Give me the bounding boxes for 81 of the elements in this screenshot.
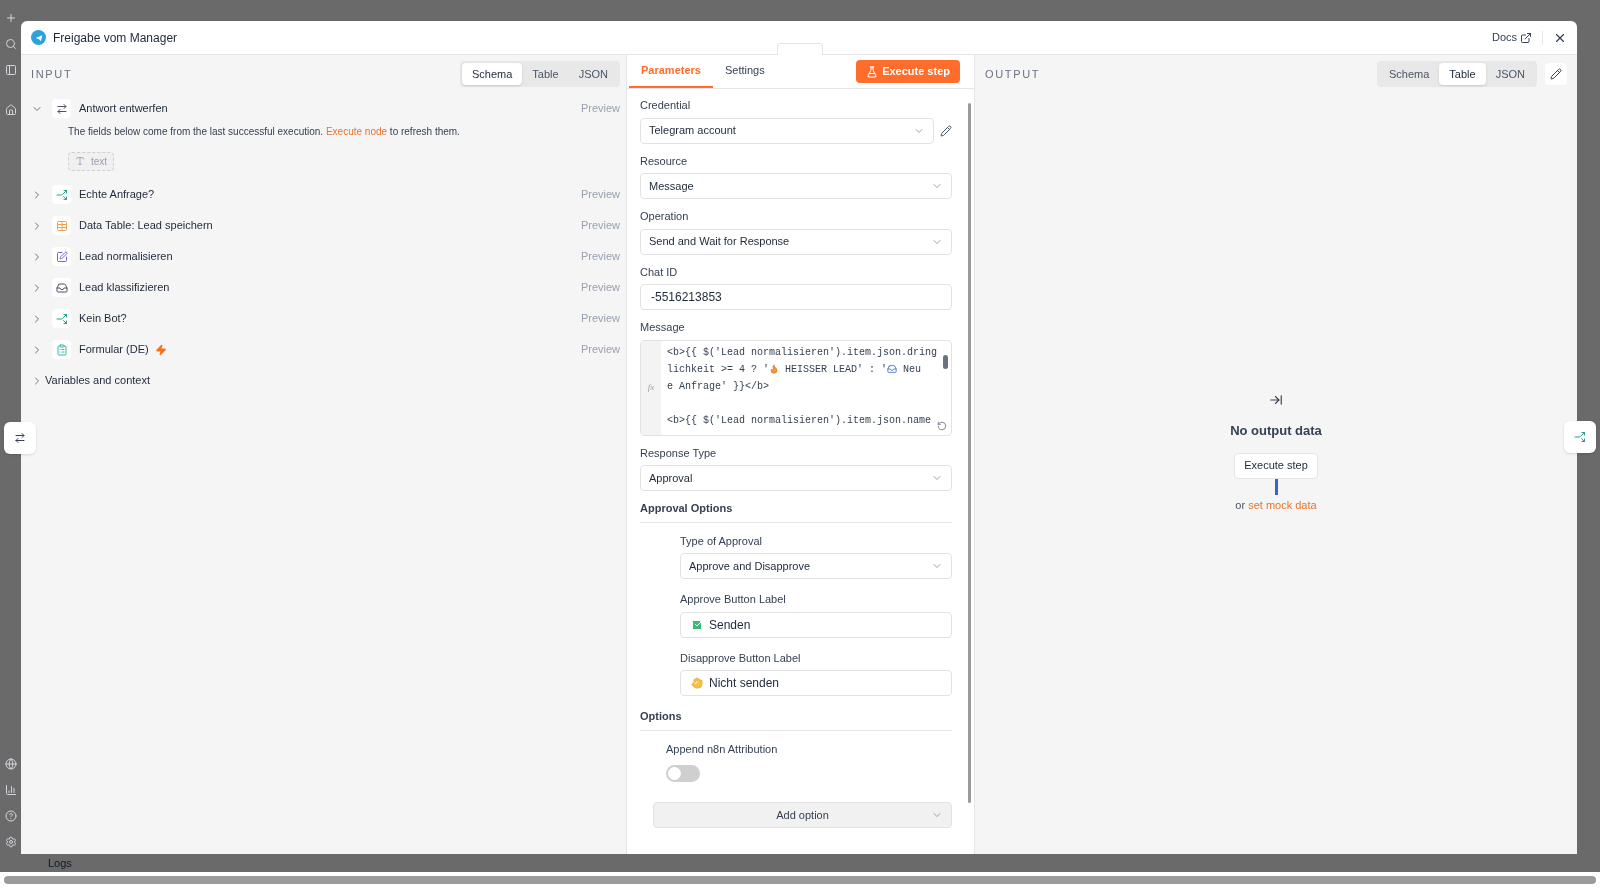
scrollbar[interactable] — [968, 103, 971, 803]
field-label: Disapprove Button Label — [680, 650, 802, 666]
globe-icon[interactable] — [4, 758, 17, 770]
view-tab[interactable]: JSON — [1485, 63, 1535, 85]
field-label: Type of Approval — [680, 533, 763, 549]
view-tab[interactable]: Schema — [1379, 63, 1440, 85]
arrow-to-line-icon — [1269, 393, 1283, 407]
field-label: Chat ID — [640, 264, 679, 280]
chart-icon[interactable] — [4, 784, 17, 796]
input-field[interactable]: -5516213853 — [640, 284, 953, 310]
node-name[interactable]: Formular (DE) — [79, 341, 149, 358]
node-name[interactable]: Lead normalisieren — [79, 248, 173, 265]
panel-toggle-button[interactable] — [1564, 421, 1596, 453]
field-label: Operation — [640, 209, 690, 224]
code-editor[interactable]: fx <b>{{ $('Lead normalisieren').item.json.dring lichkeit >= 4 ? ' HEISSER LEAD' : ' Neu e Anfrage' }}</b> <b>{{ $('Lead normalisieren').item.json.name — [640, 339, 953, 436]
expression-marker: fx — [647, 380, 655, 394]
view-tab[interactable]: JSON — [568, 63, 618, 85]
panel-icon[interactable] — [4, 64, 17, 76]
node-name[interactable]: Data Table: Lead speichern — [79, 217, 213, 234]
node-name[interactable]: Echte Anfrage? — [79, 186, 155, 203]
telegram-icon — [31, 30, 46, 45]
empty-title: No output data — [1230, 422, 1322, 440]
section-title: Options — [640, 708, 953, 731]
select-field[interactable]: Approval — [640, 465, 953, 491]
plus-icon[interactable] — [4, 12, 17, 24]
field-label: Resource — [640, 153, 689, 169]
mock-data-text: or set mock data — [1235, 497, 1317, 513]
panel-heading: OUTPUT — [985, 66, 1041, 82]
notice-text: The fields below come from the last successful execution. Execute node to refresh them. — [68, 125, 461, 139]
toggle-switch[interactable] — [666, 765, 700, 782]
node-name[interactable]: Kein Bot? — [79, 310, 127, 327]
input-field[interactable]: Nicht senden — [680, 670, 953, 696]
window-title: Freigabe vom Manager — [53, 29, 178, 47]
text-type-icon — [75, 156, 85, 166]
docs-link[interactable]: Docs — [1491, 29, 1532, 46]
view-tab[interactable]: Table — [1439, 63, 1486, 85]
code-line: <b>{{ $('Lead normalisieren').item.json.dring — [667, 345, 938, 360]
field-label: Credential — [640, 98, 692, 113]
code-line: e Anfrage' }}</b> — [667, 379, 771, 394]
panel-heading: INPUT — [31, 66, 73, 82]
select-field[interactable]: Telegram account — [640, 117, 935, 144]
tray-icon — [887, 364, 898, 374]
field-label: Response Type — [640, 445, 718, 461]
variables-label[interactable]: Variables and context — [45, 372, 150, 389]
select-field[interactable]: Send and Wait for Response — [640, 228, 953, 255]
scrollbar[interactable] — [4, 876, 1596, 884]
execute-step-button[interactable]: Execute step — [1234, 452, 1318, 479]
lightning-icon — [154, 343, 167, 356]
hand-icon — [691, 677, 703, 689]
select-field[interactable]: Message — [640, 173, 953, 199]
edit-icon — [1550, 68, 1562, 80]
settings-icon[interactable] — [4, 836, 17, 848]
reset-icon[interactable] — [937, 420, 948, 431]
node-name[interactable]: Lead klassifizieren — [79, 279, 170, 296]
help-icon[interactable] — [4, 810, 17, 822]
field-label: Approve Button Label — [680, 592, 787, 607]
external-link-icon — [1520, 31, 1532, 44]
check-icon — [691, 618, 703, 631]
panel-tab[interactable]: Settings — [712, 55, 777, 88]
code-line: <b>{{ $('Lead normalisieren').item.json.name — [667, 413, 933, 428]
input-field[interactable]: Senden — [680, 611, 953, 638]
flame-icon — [769, 364, 780, 374]
view-tab[interactable]: Schema — [462, 63, 523, 85]
edit-icon[interactable] — [940, 124, 953, 137]
scrollbar[interactable] — [943, 354, 949, 369]
search-icon[interactable] — [4, 38, 17, 50]
branch-icon — [1574, 431, 1586, 443]
node-name[interactable]: Antwort entwerfen — [79, 100, 168, 117]
select-field[interactable]: Approve and Disapprove — [680, 553, 953, 579]
edit-button[interactable] — [1545, 63, 1567, 85]
drag-handle[interactable] — [777, 43, 823, 55]
home-icon[interactable] — [4, 104, 17, 116]
flask-icon — [866, 65, 879, 78]
section-title: Approval Options — [640, 500, 953, 523]
panel-toggle-button[interactable] — [4, 422, 36, 454]
arrows-icon — [14, 432, 26, 444]
add-option-button[interactable]: Add option — [653, 802, 953, 828]
view-tab[interactable]: Table — [522, 63, 569, 85]
field-label: Message — [640, 320, 686, 335]
code-line: lichkeit >= 4 ? ' HEISSER LEAD' : ' Neu — [667, 362, 923, 377]
field-label: Append n8n Attribution — [666, 741, 779, 757]
